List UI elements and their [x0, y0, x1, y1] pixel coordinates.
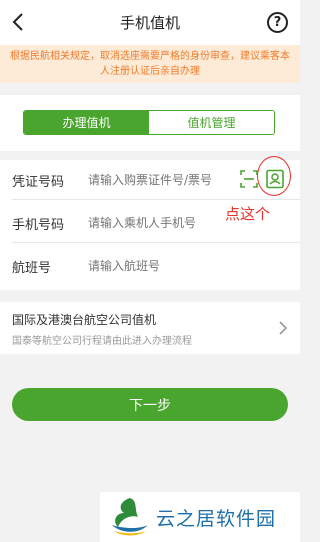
scan-icon[interactable]	[240, 170, 258, 188]
next-step-button[interactable]: 下一步	[12, 388, 288, 421]
watermark-text: 云之居软件园	[156, 507, 277, 530]
tab-card: 办理值机 值机管理	[0, 95, 300, 151]
flight-row: 航班号	[0, 246, 300, 286]
watermark: 云之居软件园	[100, 492, 300, 542]
back-arrow-icon[interactable]	[6, 9, 32, 35]
header-bar: 手机值机 ?	[0, 0, 300, 45]
check-in-form: 凭证号码 手机号码 航班号	[0, 160, 300, 290]
id-label: 凭证号码	[12, 174, 65, 190]
international-check-in-entry[interactable]: 国际及港澳台航空公司值机 国泰等航空公司行程请由此进入办理流程	[0, 302, 300, 354]
international-title: 国际及港澳台航空公司值机	[12, 313, 157, 327]
notice-banner: 根据民航相关规定，取消选座需要严格的身份审查，建议乘客本人注册认证后亲自办理	[0, 45, 300, 83]
segmented-tabs: 办理值机 值机管理	[23, 110, 275, 135]
annotation-circle	[257, 156, 291, 196]
page-title: 手机值机	[119, 14, 180, 32]
phone-input[interactable]	[88, 216, 238, 230]
chevron-right-icon	[279, 321, 288, 335]
tab-check-in-management[interactable]: 值机管理	[149, 111, 274, 134]
international-subtitle: 国泰等航空公司行程请由此进入办理流程	[12, 336, 192, 347]
flight-label: 航班号	[12, 260, 52, 276]
id-row: 凭证号码	[0, 160, 300, 200]
row-divider	[12, 242, 300, 243]
tab-check-in[interactable]: 办理值机	[24, 111, 149, 134]
id-input[interactable]	[88, 173, 238, 187]
row-divider	[12, 199, 300, 200]
watermark-logo-icon	[112, 498, 148, 536]
flight-input[interactable]	[88, 259, 238, 273]
annotation-text: 点这个	[225, 205, 271, 223]
help-icon[interactable]: ?	[267, 12, 288, 33]
phone-label: 手机号码	[12, 217, 65, 233]
